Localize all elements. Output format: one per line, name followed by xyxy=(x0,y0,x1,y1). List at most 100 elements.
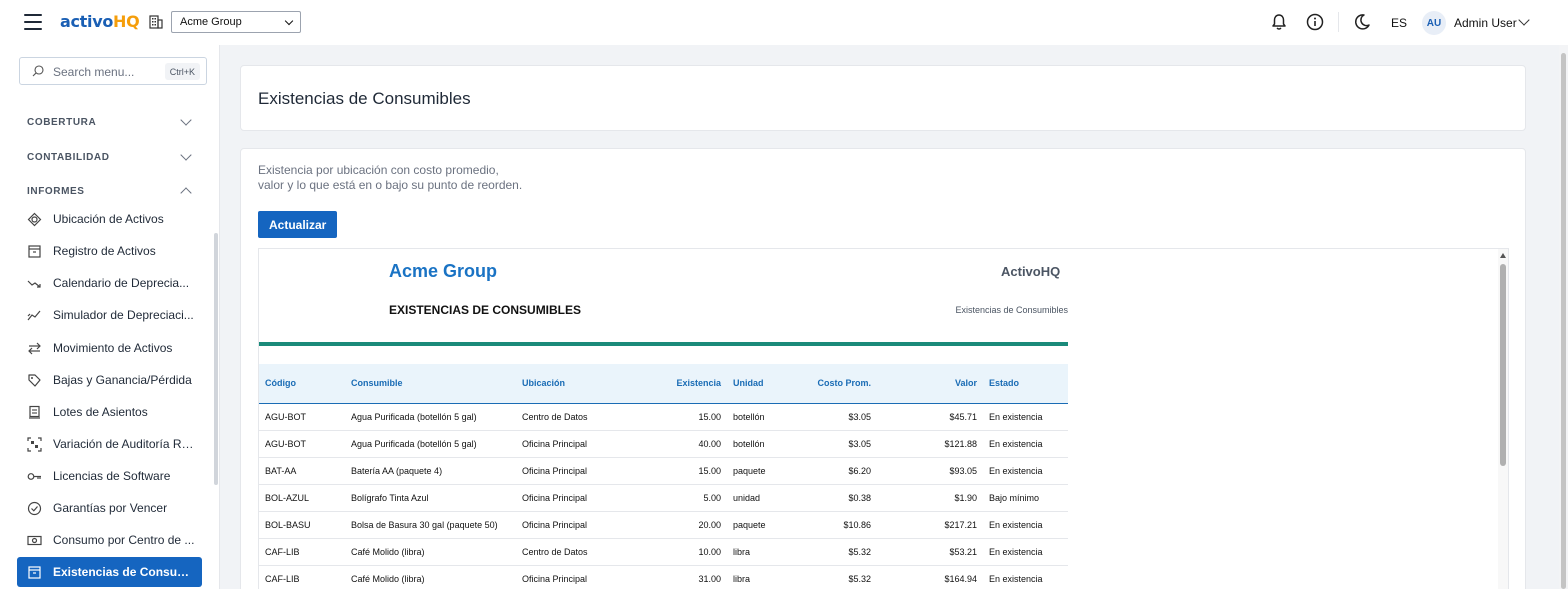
chevron-down-icon xyxy=(180,114,192,126)
sidebar-item-licencias-software[interactable]: Licencias de Software xyxy=(17,461,202,491)
sidebar-item-variacion-auditoria[interactable]: Variación de Auditoría RF... xyxy=(17,429,202,459)
language-switch[interactable]: ES xyxy=(1391,16,1407,30)
chevron-up-icon xyxy=(180,187,192,199)
sidebar-item-label: Registro de Activos xyxy=(53,244,156,258)
table-cell: $93.05 xyxy=(877,457,983,485)
table-cell: Batería AA (paquete 4) xyxy=(345,457,516,485)
table-cell: botellón xyxy=(727,403,793,431)
table-cell: Centro de Datos xyxy=(516,538,626,566)
key-icon xyxy=(27,473,41,480)
table-cell: En existencia xyxy=(983,511,1068,539)
page-description: Existencia por ubicación con costo prome… xyxy=(258,163,558,193)
table-row: CAF-LIB Café Molido (libra) Oficina Princi… xyxy=(259,565,1068,589)
report-subtitle: Existencias de Consumibles xyxy=(955,305,1068,315)
avatar[interactable]: AU xyxy=(1422,11,1446,35)
section-label: COBERTURA xyxy=(27,117,97,128)
search-placeholder: Search menu... xyxy=(53,65,135,79)
chevron-down-icon xyxy=(284,16,294,25)
table-cell: En existencia xyxy=(983,457,1068,485)
table-cell: libra xyxy=(727,565,793,589)
table-cell: $5.32 xyxy=(793,565,877,589)
sidebar-item-registro-activos[interactable]: Registro de Activos xyxy=(17,236,202,266)
sidebar-item-label: Bajas y Ganancia/Pérdida xyxy=(53,373,192,387)
section-informes[interactable]: INFORMES xyxy=(27,186,197,199)
table-cell: En existencia xyxy=(983,430,1068,458)
report-title: EXISTENCIAS DE CONSUMIBLES xyxy=(389,303,582,317)
sidebar-item-label: Simulador de Depreciaci... xyxy=(53,308,194,322)
sidebar-item-label: Movimiento de Activos xyxy=(53,341,173,355)
table-cell: 20.00 xyxy=(626,511,727,539)
sidebar-item-calendario-depreciacion[interactable]: Calendario de Deprecia... xyxy=(17,268,202,298)
table-row: BOL-AZUL Bolígrafo Tinta Azul Oficina Prin… xyxy=(259,484,1068,512)
scrollbar-thumb[interactable] xyxy=(1500,264,1506,466)
trend-down-icon xyxy=(27,280,41,288)
organization-select[interactable]: Acme Group xyxy=(171,11,301,33)
sidebar-item-label: Variación de Auditoría RF... xyxy=(53,437,195,451)
table-cell: $5.32 xyxy=(793,538,877,566)
tag-icon xyxy=(28,374,41,387)
section-cobertura[interactable]: COBERTURA xyxy=(27,114,197,128)
dark-mode-icon[interactable] xyxy=(1353,13,1371,31)
sidebar-item-movimiento-activos[interactable]: Movimiento de Activos xyxy=(17,333,202,363)
menu-icon[interactable] xyxy=(24,14,42,30)
app-logo[interactable]: activoHQ xyxy=(60,12,140,31)
table-cell: BAT-AA xyxy=(259,457,345,485)
info-icon[interactable] xyxy=(1306,13,1324,31)
column-header: Valor xyxy=(877,364,983,404)
cash-icon xyxy=(27,535,42,546)
sidebar-item-bajas-ganancia[interactable]: Bajas y Ganancia/Pérdida xyxy=(17,365,202,395)
report-divider xyxy=(259,342,1068,346)
bell-icon[interactable] xyxy=(1270,13,1288,31)
sidebar-item-simulador-depreciacion[interactable]: Simulador de Depreciaci... xyxy=(17,300,202,330)
table-header-row: Código Consumible Ubicación Existencia U… xyxy=(259,364,1068,404)
table-row: CAF-LIB Café Molido (libra) Centro de Dato… xyxy=(259,538,1068,566)
table-cell: En existencia xyxy=(983,565,1068,589)
chevron-down-icon[interactable] xyxy=(1518,14,1530,26)
table-row: AGU-BOT Agua Purificada (botellón 5 gal) O… xyxy=(259,430,1068,458)
report-scrollbar[interactable] xyxy=(1498,249,1508,589)
search-menu-input[interactable]: Search menu... Ctrl+K xyxy=(19,57,207,85)
table-cell: Agua Purificada (botellón 5 gal) xyxy=(345,403,516,431)
archive-icon xyxy=(28,245,41,258)
table-cell: Bolsa de Basura 30 gal (paquete 50) xyxy=(345,511,516,539)
table-cell: Café Molido (libra) xyxy=(345,538,516,566)
table-cell: CAF-LIB xyxy=(259,538,345,566)
sidebar-item-existencias-consumibles[interactable]: Existencias de Consumi... xyxy=(17,557,202,587)
sidebar-item-label: Ubicación de Activos xyxy=(53,212,164,226)
page-scrollbar[interactable] xyxy=(1559,45,1568,589)
column-header: Existencia xyxy=(626,364,727,404)
scrollbar-thumb[interactable] xyxy=(1561,53,1566,589)
table-cell: BOL-BASU xyxy=(259,511,345,539)
table-cell: $164.94 xyxy=(877,565,983,589)
sidebar-item-garantias-vencer[interactable]: Garantías por Vencer xyxy=(17,493,202,523)
sidebar-scrollbar[interactable] xyxy=(214,233,218,485)
sidebar-item-label: Lotes de Asientos xyxy=(53,405,148,419)
page-header-card: Existencias de Consumibles xyxy=(240,65,1526,131)
table-cell: Centro de Datos xyxy=(516,403,626,431)
table-cell: 5.00 xyxy=(626,484,727,512)
organization-select-value: Acme Group xyxy=(180,16,242,28)
table-cell: $53.21 xyxy=(877,538,983,566)
box-icon xyxy=(28,566,41,579)
report-brand: ActivoHQ xyxy=(1001,264,1061,279)
report-card: Existencia por ubicación con costo prome… xyxy=(240,148,1526,589)
user-menu-name[interactable]: Admin User xyxy=(1454,16,1517,30)
table-cell: Bajo mínimo xyxy=(983,484,1068,512)
table-cell: 10.00 xyxy=(626,538,727,566)
shortcut-badge: Ctrl+K xyxy=(164,63,200,80)
description-line: valor y lo que está en o bajo su punto d… xyxy=(258,178,523,192)
refresh-button[interactable]: Actualizar xyxy=(258,211,338,238)
search-icon xyxy=(32,65,44,77)
sidebar-item-lotes-asientos[interactable]: Lotes de Asientos xyxy=(17,397,202,427)
swap-icon xyxy=(28,342,41,355)
table-cell: libra xyxy=(727,538,793,566)
table-row: AGU-BOT Agua Purificada (botellón 5 gal) C… xyxy=(259,403,1068,431)
section-contabilidad[interactable]: CONTABILIDAD xyxy=(27,149,197,163)
table-cell: $10.86 xyxy=(793,511,877,539)
sidebar: Search menu... Ctrl+K COBERTURA CONTABIL… xyxy=(0,45,220,589)
scroll-up-icon[interactable] xyxy=(1500,253,1506,258)
scan-icon xyxy=(27,437,42,452)
sidebar-item-ubicacion-activos[interactable]: Ubicación de Activos xyxy=(17,204,202,234)
table-cell: 40.00 xyxy=(626,430,727,458)
sidebar-item-consumo-centro[interactable]: Consumo por Centro de ... xyxy=(17,525,202,555)
